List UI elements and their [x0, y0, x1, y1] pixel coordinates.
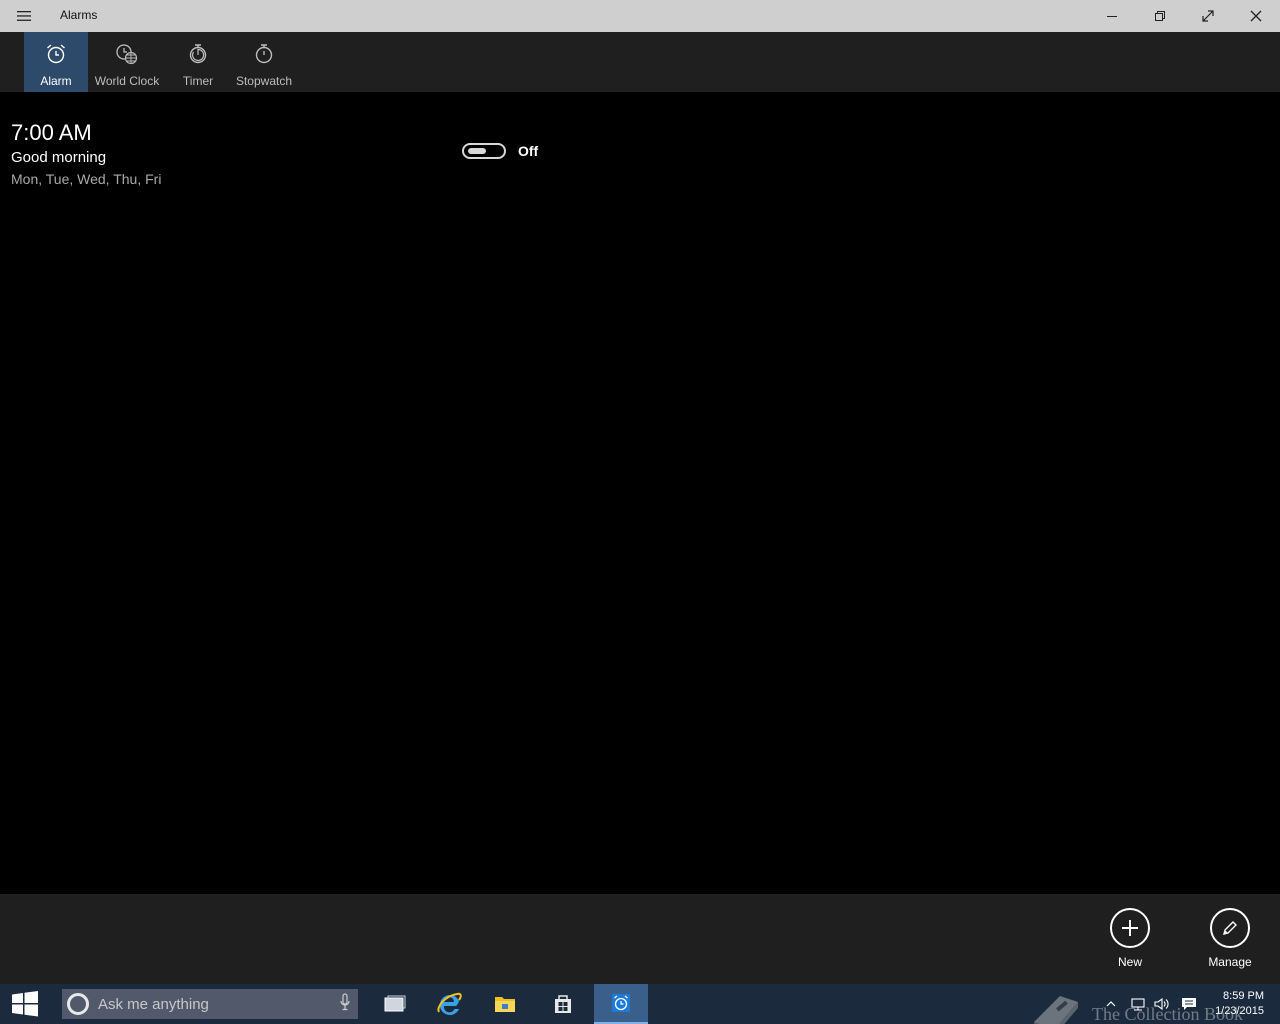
minimize-button[interactable] — [1088, 0, 1136, 32]
hamburger-menu-icon[interactable] — [8, 0, 40, 32]
tab-label: Alarm — [40, 74, 72, 88]
windows-logo-icon — [12, 991, 38, 1017]
toggle-state-label: Off — [518, 143, 539, 159]
title-bar: Alarms — [0, 0, 1280, 32]
manage-button[interactable]: Manage — [1200, 908, 1260, 969]
stopwatch-icon — [253, 42, 275, 66]
timer-icon — [187, 42, 209, 66]
book-icon — [1034, 996, 1078, 1024]
internet-explorer-icon[interactable] — [422, 984, 476, 1024]
world-clock-icon — [115, 42, 139, 66]
watermark-text: The Collection Book — [1092, 1003, 1243, 1024]
manage-button-label: Manage — [1208, 955, 1252, 969]
alarm-days: Mon, Tue, Wed, Thu, Fri — [11, 171, 162, 187]
toggle-knob — [468, 148, 486, 154]
window-title: Alarms — [60, 8, 98, 22]
alarm-list: 7:00 AM Good morning Mon, Tue, Wed, Thu,… — [0, 92, 1280, 894]
tab-bar: Alarm World Clock Timer Stopwatch — [0, 32, 1280, 92]
new-button-label: New — [1117, 955, 1142, 969]
alarm-name: Good morning — [11, 149, 107, 166]
tab-label: Stopwatch — [235, 74, 293, 88]
tab-label: World Clock — [94, 74, 160, 88]
watermark: The Collection Book — [1030, 992, 1243, 1024]
tab-stopwatch[interactable]: Stopwatch — [232, 32, 296, 92]
microphone-icon[interactable] — [340, 992, 350, 1016]
start-button[interactable] — [0, 984, 50, 1024]
fullscreen-button[interactable] — [1184, 0, 1232, 32]
alarm-clock-icon — [45, 42, 67, 66]
search-placeholder: Ask me anything — [98, 995, 209, 1013]
plus-icon — [1110, 908, 1150, 948]
command-bar: New Manage — [0, 894, 1280, 984]
restore-button[interactable] — [1136, 0, 1184, 32]
alarm-item[interactable]: 7:00 AM Good morning Mon, Tue, Wed, Thu,… — [11, 120, 161, 187]
new-alarm-button[interactable]: New — [1100, 908, 1160, 969]
cortana-icon — [67, 993, 89, 1015]
alarms-app-icon[interactable] — [594, 984, 648, 1024]
close-button[interactable] — [1232, 0, 1280, 32]
task-view-icon[interactable] — [368, 984, 422, 1024]
tab-alarm[interactable]: Alarm — [24, 32, 88, 92]
alarm-time: 7:00 AM — [11, 120, 92, 145]
pencil-icon — [1210, 908, 1250, 948]
store-icon[interactable] — [536, 984, 590, 1024]
tab-label: Timer — [182, 74, 214, 88]
tab-world-clock[interactable]: World Clock — [90, 32, 164, 92]
alarm-toggle[interactable] — [462, 143, 506, 159]
tab-timer[interactable]: Timer — [176, 32, 220, 92]
file-explorer-icon[interactable] — [478, 984, 532, 1024]
search-input[interactable]: Ask me anything — [62, 989, 358, 1019]
